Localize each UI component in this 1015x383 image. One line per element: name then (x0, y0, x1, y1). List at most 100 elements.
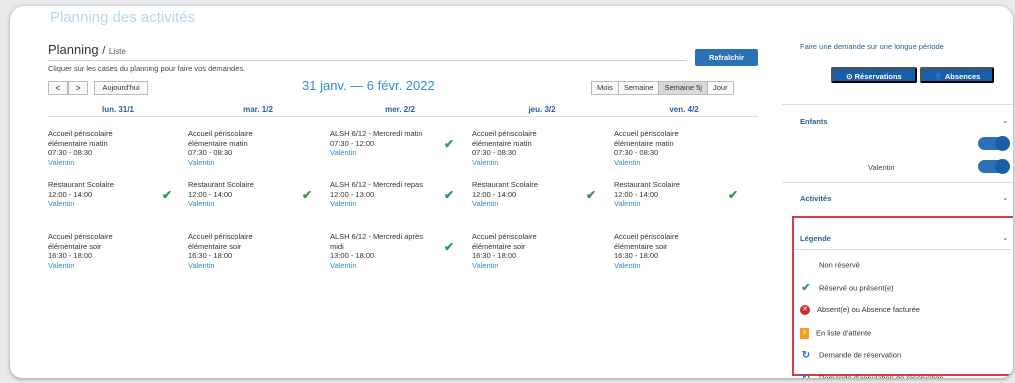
check-icon: ✔ (444, 188, 455, 202)
slot-activity: ALSH 6/12 - Mercredi repas (330, 180, 423, 189)
slot-time: 12:00 - 14:00 (614, 189, 659, 199)
children-section-title[interactable]: Enfants (800, 117, 828, 126)
absences-label: Absences (944, 72, 981, 81)
planning-slot[interactable]: Accueil périscolaire élémentaire soir 16:… (48, 232, 173, 270)
legend-label: Non réservé (819, 260, 860, 270)
check-icon: ✔ (728, 188, 739, 202)
view-button[interactable]: Semaine 5j (658, 81, 708, 95)
check-icon: ✔ (586, 188, 597, 202)
slot-time: 16:30 - 18:00 (48, 251, 93, 260)
legend-section-title[interactable]: Légende (800, 234, 831, 243)
slot-child: Valentin (614, 157, 641, 167)
slot-time: 07:30 - 08:30 (472, 148, 517, 157)
slot-time: 12:00 - 13:00 (330, 189, 375, 199)
activities-section-title[interactable]: Activités (800, 194, 831, 203)
date-navigation: < > Aujourd'hui (48, 81, 148, 95)
slot-activity: Accueil périscolaire élémentaire soir (472, 232, 537, 251)
waiting-list-icon: ≡ (800, 327, 809, 339)
chevron-down-icon[interactable]: ⌄ (1002, 193, 1009, 202)
slot-activity: Restaurant Scolaire (614, 180, 680, 189)
planning-slot[interactable]: Accueil périscolaire élémentaire matin 07… (48, 129, 173, 167)
slot-child: Valentin (48, 157, 75, 167)
slot-activity: ALSH 6/12 - Mercredi après midi (330, 232, 423, 251)
absent-icon: ✕ (800, 305, 810, 316)
app-window: Planning des activités Planning / Liste … (10, 6, 1013, 378)
view-switcher: Mois Semaine Semaine 5j Jour (591, 81, 734, 95)
chevron-down-icon[interactable]: ⌄ (1002, 116, 1009, 125)
planning-slot[interactable]: Restaurant Scolaire 12:00 - 14:00 Valentin (188, 180, 313, 209)
divider-children (782, 104, 1013, 105)
slot-activity: Accueil périscolaire élémentaire soir (188, 232, 253, 251)
slot-child: Valentin (614, 260, 641, 270)
slot-child: Valentin (48, 199, 75, 208)
slot-child: Valentin (614, 199, 641, 208)
legend-item: ↻ Demande d'annulation de réservation (800, 373, 944, 379)
planning-slot[interactable]: Accueil périscolaire élémentaire matin 07… (472, 129, 597, 167)
slot-child: Valentin (188, 260, 215, 270)
planning-subtitle: Liste (108, 47, 126, 56)
legend-item: ≡ En liste d'attente (800, 327, 872, 339)
check-icon: ✔ (302, 188, 313, 202)
prev-week-button[interactable]: < (48, 81, 68, 95)
legend-label: Demande de réservation (819, 350, 902, 360)
check-icon: ✔ (162, 188, 173, 202)
slot-child: Valentin (330, 199, 357, 208)
planning-slot[interactable]: Accueil périscolaire élémentaire soir 16:… (614, 232, 739, 270)
planning-title-separator: / (102, 45, 106, 57)
next-week-button[interactable]: > (68, 81, 88, 95)
slot-time: 07:30 - 08:30 (614, 148, 659, 157)
clock-icon: ⊙ (846, 72, 855, 81)
slot-child: Valentin (188, 157, 215, 167)
reservations-label: Réservations (854, 72, 902, 81)
planning-slot[interactable]: ALSH 6/12 - Mercredi après midi 13:00 - 1… (330, 232, 455, 270)
planning-slot[interactable]: Accueil périscolaire élémentaire soir 16:… (472, 232, 597, 270)
slot-time: 16:30 - 18:00 (472, 251, 517, 260)
view-button[interactable]: Jour (706, 81, 734, 95)
slot-time: 13:00 - 18:00 (330, 251, 375, 260)
user-minus-icon: 👤 (933, 72, 945, 81)
legend-item: ↻ Demande de réservation (800, 350, 901, 361)
view-button[interactable]: Mois (591, 81, 619, 95)
planning-slot[interactable]: Restaurant Scolaire 12:00 - 14:00 Valentin (472, 180, 597, 209)
planning-slot[interactable]: Accueil périscolaire élémentaire soir 16:… (188, 232, 313, 270)
slot-activity: Restaurant Scolaire (188, 180, 254, 189)
view-button[interactable]: Semaine (617, 81, 660, 95)
slot-activity: Restaurant Scolaire (48, 180, 114, 189)
today-button[interactable]: Aujourd'hui (94, 81, 148, 95)
slot-time: 12:00 - 14:00 (48, 189, 93, 199)
legend-label: Absent(e) ou Absence facturée (817, 305, 920, 314)
toggle-child-valentin[interactable] (978, 159, 1010, 174)
slot-activity: Restaurant Scolaire (472, 180, 538, 189)
absences-button[interactable]: 👤 Absences (920, 67, 994, 83)
slot-child: Valentin (330, 260, 357, 270)
reservations-button[interactable]: ⊙ Réservations (831, 67, 917, 83)
refresh-button[interactable]: Rafraîchir (695, 49, 758, 66)
slot-activity: Accueil périscolaire élémentaire matin (48, 129, 113, 148)
slot-time: 07:30 - 08:30 (188, 148, 233, 157)
planning-hint: Cliquer sur les cases du planning pour f… (48, 64, 246, 73)
day-header: jeu. 3/2 (528, 105, 556, 114)
planning-panel: Planning / Liste Rafraîchir Cliquer sur … (10, 6, 780, 378)
reservation-request-icon: ↻ (801, 350, 811, 361)
divider-legend (794, 249, 1012, 250)
planning-slot[interactable]: ALSH 6/12 - Mercredi matin 07:30 - 12:00 V… (330, 129, 455, 158)
legend-label: En liste d'attente (816, 327, 872, 337)
sidebar: Faire une demande sur une longue période… (782, 6, 1013, 378)
slot-child: Valentin (188, 199, 215, 208)
child-name: Valentin (868, 163, 895, 172)
day-header: ven. 4/2 (669, 105, 699, 114)
planning-slot[interactable]: ALSH 6/12 - Mercredi repas 12:00 - 13:00 V… (330, 180, 455, 209)
slot-activity: Accueil périscolaire élémentaire matin (188, 129, 253, 148)
planning-slot[interactable]: Restaurant Scolaire 12:00 - 14:00 Valentin (614, 180, 739, 209)
slot-time: 16:30 - 18:00 (188, 251, 233, 260)
planning-slot[interactable]: Restaurant Scolaire 12:00 - 14:00 Valentin (48, 180, 173, 209)
planning-title: Planning / Liste (48, 42, 126, 57)
slot-child: Valentin (48, 260, 75, 270)
toggle-all-children[interactable] (978, 136, 1010, 151)
legend-item: ✔ Réservé ou présent(e) (800, 282, 893, 294)
day-header-divider (48, 116, 758, 117)
chevron-down-icon[interactable]: ⌄ (1002, 233, 1009, 242)
planning-slot[interactable]: Accueil périscolaire élémentaire matin 07… (188, 129, 313, 167)
planning-slot[interactable]: Accueil périscolaire élémentaire matin 07… (614, 129, 739, 167)
slot-time: 07:30 - 08:30 (48, 148, 93, 157)
